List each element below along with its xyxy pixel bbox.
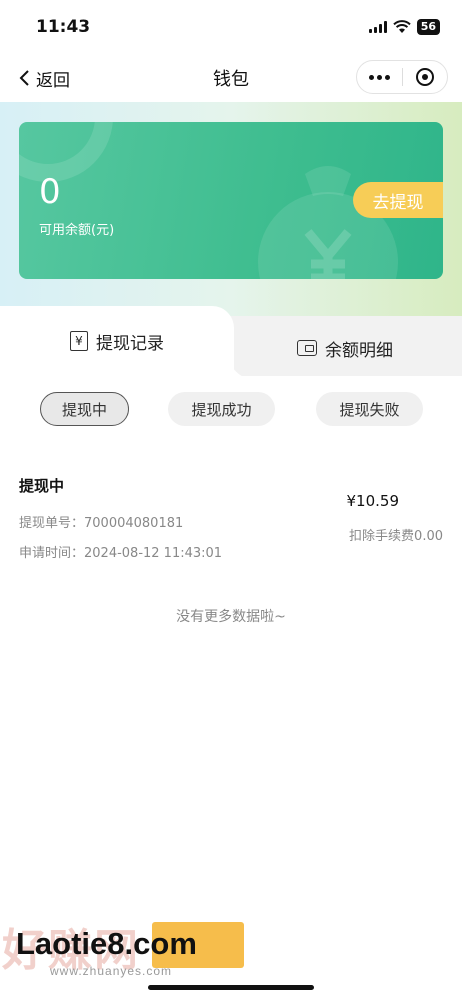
tab-balance-detail[interactable]: 余额明细 [228, 316, 462, 380]
tab-label: 提现记录 [96, 333, 164, 354]
more-dots-icon [369, 74, 374, 80]
balance-label: 可用余额(元) [39, 223, 115, 238]
withdraw-button[interactable]: 去提现 [353, 182, 443, 218]
record-fee: 扣除手续费0.00 [349, 529, 443, 544]
filter-chip-success[interactable]: 提现成功 [168, 392, 275, 426]
miniprogram-capsule [356, 60, 448, 94]
tab-withdraw-records[interactable]: ¥ 提现记录 [0, 306, 234, 376]
more-button[interactable] [357, 61, 402, 93]
back-label: 返回 [36, 70, 70, 91]
no-more-data-hint: 没有更多数据啦~ [176, 609, 286, 625]
record-order-number: 提现单号：700004080181 [19, 516, 184, 531]
filter-chip-pending[interactable]: 提现中 [40, 392, 129, 426]
chevron-left-icon [19, 70, 29, 86]
record-status: 提现中 [19, 477, 65, 495]
home-indicator [148, 985, 314, 990]
record-tabs: 余额明细 ¥ 提现记录 [0, 306, 462, 380]
withdraw-record-item[interactable]: 提现中 提现单号：700004080181 申请时间：2024-08-12 11… [19, 472, 443, 572]
record-apply-time: 申请时间：2024-08-12 11:43:01 [19, 546, 223, 561]
record-amount: ¥10.59 [346, 492, 400, 510]
status-bar: 11:43 56 [0, 0, 462, 54]
signal-icon [368, 21, 387, 33]
nav-bar: 返回 钱包 [0, 54, 462, 102]
tab-label: 余额明细 [325, 340, 393, 361]
watermark-site: www.zhuanyes.com [50, 964, 173, 978]
balance-value: 0 [39, 172, 61, 212]
yen-receipt-icon: ¥ [70, 331, 88, 351]
status-time: 11:43 [36, 17, 91, 37]
target-icon [415, 68, 434, 86]
records-panel: 提现中 提现成功 提现失败 提现中 提现单号：700004080181 申请时间… [0, 376, 462, 1000]
watermark-text: Laotie8.com [16, 926, 197, 961]
status-icons: 56 [368, 19, 440, 35]
close-miniprogram-button[interactable] [403, 61, 447, 93]
filter-chip-failed[interactable]: 提现失败 [316, 392, 423, 426]
watermark-logo: 好赚网 Laotie8.com www.zhuanyes.com [2, 912, 252, 978]
wifi-icon [392, 20, 411, 33]
wallet-card: 0 可用余额(元) 去提现 [19, 122, 443, 279]
battery-icon: 56 [416, 19, 440, 35]
decorative-circle [19, 122, 113, 182]
back-button[interactable]: 返回 [18, 66, 70, 91]
wallet-icon [297, 340, 317, 356]
